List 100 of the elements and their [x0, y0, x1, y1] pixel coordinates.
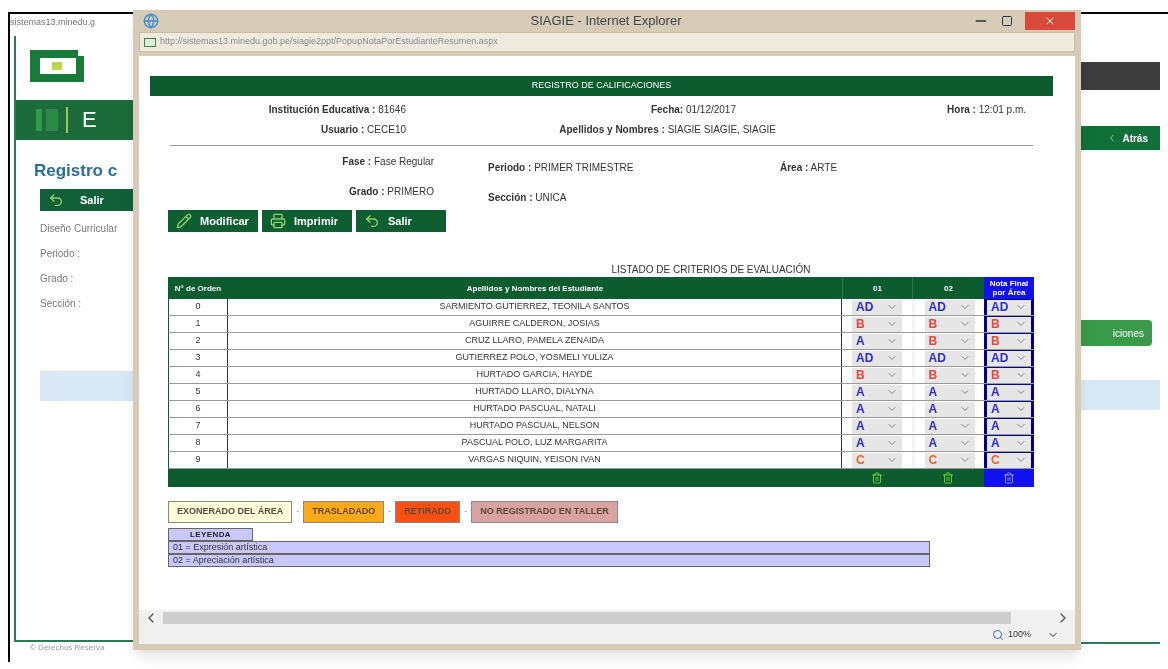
- grade-value: C: [856, 454, 865, 466]
- table-cell: 4: [169, 367, 228, 383]
- browser-icon: [143, 13, 159, 29]
- info-field: Fase : Fase Regular: [342, 154, 434, 178]
- table-cell: HURTADO PASCUAL, NELSON: [228, 418, 842, 434]
- grade-select[interactable]: AD: [987, 299, 1031, 315]
- grade-value: B: [856, 369, 865, 381]
- grade-value: A: [991, 403, 1000, 415]
- maximize-icon[interactable]: [1001, 15, 1013, 27]
- table-cell: 1: [169, 316, 228, 332]
- table-cell: GUTIERREZ POLO, YOSMELI YULIZA: [228, 350, 842, 366]
- field-label: Sección :: [40, 297, 83, 311]
- grade-value: AD: [991, 352, 1009, 364]
- grade-select[interactable]: A: [987, 418, 1031, 434]
- grade-select[interactable]: A: [924, 401, 975, 417]
- table-cell: 2: [169, 333, 228, 349]
- table-cell: CRUZ LLARO, PAMELA ZENAIDA: [228, 333, 842, 349]
- column-header: N° de Orden: [168, 277, 228, 299]
- brand-mark-icon: [36, 106, 70, 133]
- column-header: Nota Final por Área: [984, 277, 1034, 299]
- table-cell: 5: [169, 384, 228, 400]
- grade-select[interactable]: A: [852, 418, 902, 434]
- field-label: Diseño Curricular: [40, 222, 119, 236]
- page-title: Registro c: [34, 159, 119, 182]
- grade-value: A: [991, 437, 1000, 449]
- trash-icon[interactable]: [942, 472, 954, 484]
- horizontal-scrollbar[interactable]: [139, 610, 1075, 626]
- grade-value: B: [928, 369, 938, 381]
- grade-select[interactable]: A: [924, 418, 975, 434]
- info-field: Hora : 12:01 p.m.: [947, 102, 1026, 117]
- grade-value: B: [991, 369, 1000, 381]
- grade-value: A: [991, 420, 1000, 432]
- status-chip: RETIRADO: [395, 501, 461, 523]
- grade-select[interactable]: AD: [987, 350, 1031, 366]
- info-field: Periodo : PRIMER TRIMESTRE: [488, 162, 634, 173]
- legend-title: LEYENDA: [168, 528, 253, 541]
- grade-value: A: [856, 386, 865, 398]
- table-cell: 0: [169, 299, 228, 315]
- grade-select[interactable]: A: [852, 435, 902, 451]
- table-cell: 6: [169, 401, 228, 417]
- pencil-icon: [176, 213, 192, 229]
- status-chip: TRASLADADO: [303, 501, 385, 523]
- info-field: Grado : PRIMERO: [349, 184, 434, 208]
- grade-value: A: [928, 420, 938, 432]
- grade-value: C: [991, 454, 1000, 466]
- grade-value: A: [928, 386, 938, 398]
- zoom-level[interactable]: 100%: [1007, 628, 1031, 642]
- table-cell: PASCUAL POLO, LUZ MARGARITA: [228, 435, 842, 451]
- field-label: Periodo :: [40, 247, 82, 261]
- action-button[interactable]: Salir: [356, 210, 446, 232]
- address-text: sistemas13.minedu.g: [10, 16, 97, 29]
- grade-select[interactable]: AD: [852, 350, 902, 366]
- close-icon: [1044, 15, 1056, 27]
- action-button[interactable]: Imprimir: [262, 210, 352, 232]
- table-cell: HURTADO PASCUAL, NATALI: [228, 401, 842, 417]
- grade-select[interactable]: A: [987, 401, 1031, 417]
- grade-select[interactable]: A: [852, 401, 902, 417]
- status-chip: EXONERADO DEL ÁREA: [168, 501, 293, 523]
- info-field: Área : ARTE: [780, 162, 838, 173]
- footer-text: © Derechos Reserva: [30, 642, 106, 654]
- header-title: REGISTRO DE CALIFICACIONES: [531, 79, 672, 93]
- separator-text: -: [388, 505, 392, 519]
- zoom-icon: [991, 629, 1004, 641]
- grade-value: B: [991, 318, 1000, 330]
- grade-select[interactable]: A: [924, 435, 975, 451]
- grade-select[interactable]: A: [852, 333, 902, 349]
- grade-select[interactable]: AD: [852, 299, 902, 315]
- grade-value: B: [856, 318, 865, 330]
- table-cell: HURTADO GARCIA, HAYDE: [228, 367, 842, 383]
- grade-select[interactable]: AD: [924, 350, 975, 366]
- back-arrow-icon: [364, 213, 380, 229]
- status-chip: NO REGISTRADO EN TALLER: [471, 501, 618, 523]
- grade-select[interactable]: A: [852, 384, 902, 400]
- table-cell: 9: [169, 452, 228, 468]
- grade-value: A: [856, 403, 865, 415]
- trash-icon[interactable]: [871, 472, 883, 484]
- table-cell: 7: [169, 418, 228, 434]
- grade-select[interactable]: A: [987, 435, 1031, 451]
- table-cell: AGUIRRE CALDERON, JOSIAS: [228, 316, 842, 332]
- grade-select[interactable]: AD: [924, 299, 975, 315]
- grade-value: C: [928, 454, 938, 466]
- separator-text: -: [296, 505, 300, 519]
- grade-select[interactable]: A: [987, 384, 1031, 400]
- table-cell: HURTADO LLARO, DIALYNA: [228, 384, 842, 400]
- grade-value: A: [928, 403, 938, 415]
- window-title: SIAGIE - Internet Explorer: [529, 12, 683, 31]
- grade-value: AD: [856, 352, 874, 364]
- trash-icon[interactable]: [1003, 472, 1015, 484]
- printer-icon: [270, 213, 286, 229]
- action-button[interactable]: Modificar: [168, 210, 258, 232]
- legend-item: 01 = Expresión artística: [168, 541, 930, 554]
- grade-value: AD: [991, 301, 1009, 313]
- field-label: Grado :: [40, 272, 75, 286]
- grade-value: B: [928, 335, 938, 347]
- table-cell: 3: [169, 350, 228, 366]
- grade-select[interactable]: A: [924, 384, 975, 400]
- info-field: Usuario : CECE10: [320, 122, 406, 137]
- column-header: Apellidos y Nombres del Estudiante: [228, 277, 842, 299]
- column-header: 01: [842, 277, 912, 299]
- grade-value: A: [856, 437, 865, 449]
